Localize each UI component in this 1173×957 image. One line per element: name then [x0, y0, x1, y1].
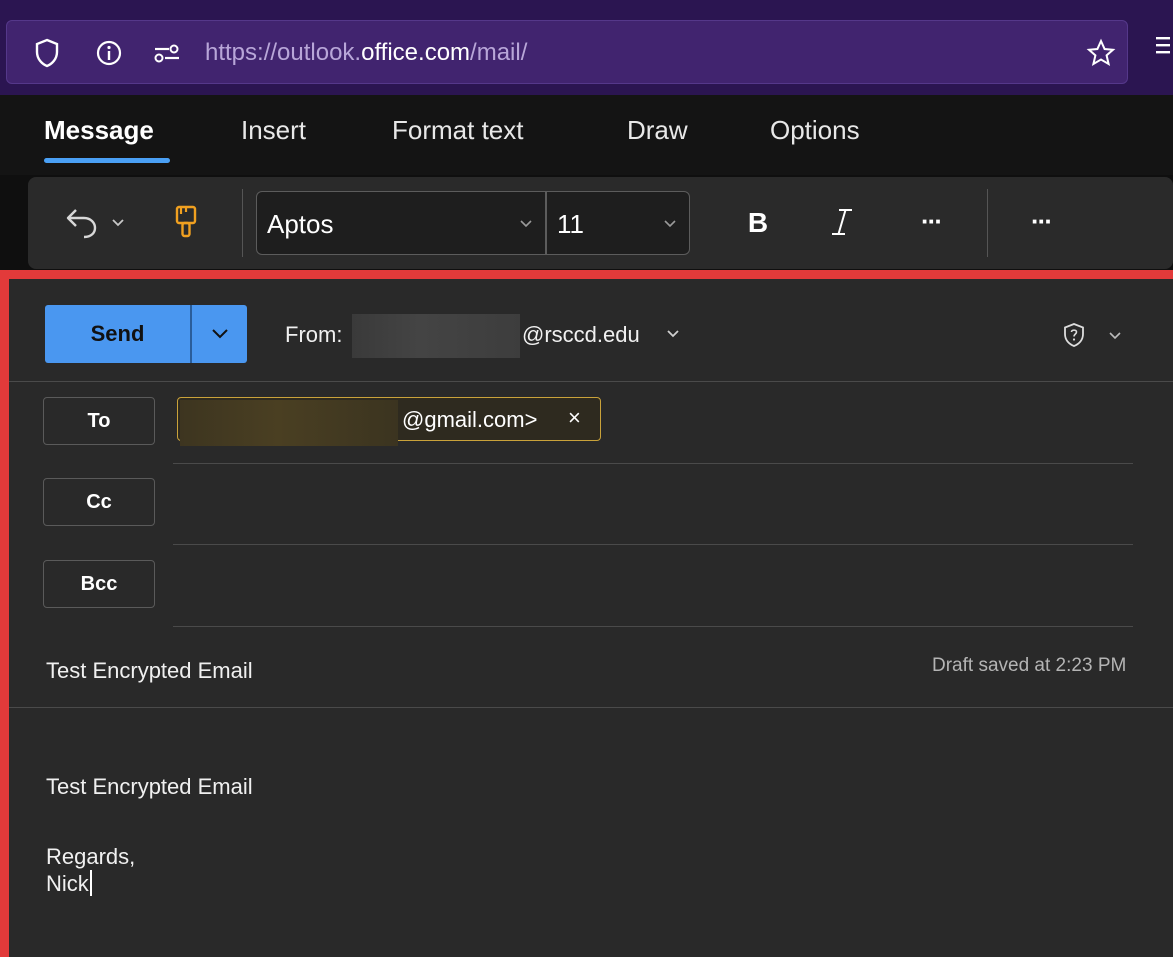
- star-icon[interactable]: [1083, 35, 1119, 71]
- address-bar[interactable]: https://outlook.office.com/mail/: [6, 20, 1128, 84]
- subject-field[interactable]: Test Encrypted Email: [46, 658, 253, 684]
- remove-recipient-close-icon[interactable]: ×: [568, 405, 581, 431]
- tab-options[interactable]: Options: [770, 115, 860, 146]
- sensitivity-shield-icon[interactable]: [1062, 322, 1086, 353]
- formatting-toolbar: Aptos 11 B ··· ···: [28, 177, 1173, 269]
- ribbon-tabs: Message Insert Format text Draw Options: [0, 95, 1173, 175]
- undo-chevron-down-icon[interactable]: [106, 209, 130, 237]
- draft-status: Draft saved at 2:23 PM: [932, 655, 1127, 676]
- tab-message[interactable]: Message: [44, 115, 154, 146]
- text-caret: [89, 870, 92, 896]
- menu-icon[interactable]: [1156, 34, 1173, 64]
- format-painter-icon[interactable]: [168, 201, 204, 243]
- header-divider: [9, 381, 1173, 382]
- body-signature-name: Nick: [46, 871, 89, 896]
- recipient-address: @gmail.com>: [402, 407, 538, 432]
- toolbar-divider: [987, 189, 988, 257]
- more-formatting-button[interactable]: ···: [908, 201, 954, 241]
- send-options-chevron-icon[interactable]: [192, 305, 247, 363]
- bold-button[interactable]: B: [736, 203, 780, 243]
- undo-icon[interactable]: [62, 203, 102, 243]
- url-suffix: /mail/: [470, 39, 528, 66]
- toolbar-divider: [242, 189, 243, 257]
- url-text[interactable]: https://outlook.office.com/mail/: [205, 39, 527, 67]
- recipient-chip[interactable]: @gmail.com> ×: [177, 397, 601, 446]
- send-button[interactable]: Send: [45, 305, 190, 363]
- subject-divider: [9, 707, 1173, 708]
- cc-button[interactable]: Cc: [43, 478, 155, 526]
- from-address[interactable]: @rsccd.edu: [522, 322, 640, 348]
- from-chevron-down-icon[interactable]: [666, 326, 680, 344]
- from-label: From:: [285, 322, 343, 347]
- font-size-chevron-icon: [663, 216, 677, 234]
- bcc-field-underline: [173, 626, 1133, 627]
- redacted-recipient-name: [180, 400, 398, 446]
- body-line: Regards,: [46, 844, 136, 869]
- font-name-select[interactable]: Aptos: [256, 191, 546, 255]
- font-name-value: Aptos: [267, 209, 334, 239]
- url-prefix: https://outlook.: [205, 39, 362, 66]
- sensitivity-chevron-down-icon[interactable]: [1108, 328, 1122, 346]
- to-button[interactable]: To: [43, 397, 155, 445]
- more-options-button[interactable]: ···: [1018, 201, 1064, 241]
- bcc-button[interactable]: Bcc: [43, 560, 155, 608]
- to-field-underline: [173, 463, 1133, 464]
- permissions-icon[interactable]: [149, 35, 185, 71]
- font-name-chevron-icon: [519, 216, 533, 234]
- tab-format-text[interactable]: Format text: [392, 115, 523, 146]
- tab-draw[interactable]: Draw: [627, 115, 688, 146]
- font-size-value: 11: [557, 209, 584, 239]
- redacted-sender-name: [352, 314, 520, 358]
- info-icon[interactable]: [91, 35, 127, 71]
- tab-insert[interactable]: Insert: [241, 115, 306, 146]
- compose-pane: [0, 270, 1173, 957]
- cc-field-underline: [173, 544, 1133, 545]
- body-line: Test Encrypted Email: [46, 774, 253, 799]
- send-split-button: Send: [45, 305, 247, 363]
- active-tab-indicator: [44, 158, 170, 163]
- italic-button[interactable]: [820, 201, 864, 243]
- body-line-with-caret: Nick: [46, 870, 92, 897]
- url-domain: office.com: [361, 39, 471, 66]
- font-size-select[interactable]: 11: [546, 191, 690, 255]
- shield-icon[interactable]: [29, 35, 65, 71]
- browser-toolbar: https://outlook.office.com/mail/: [0, 0, 1173, 95]
